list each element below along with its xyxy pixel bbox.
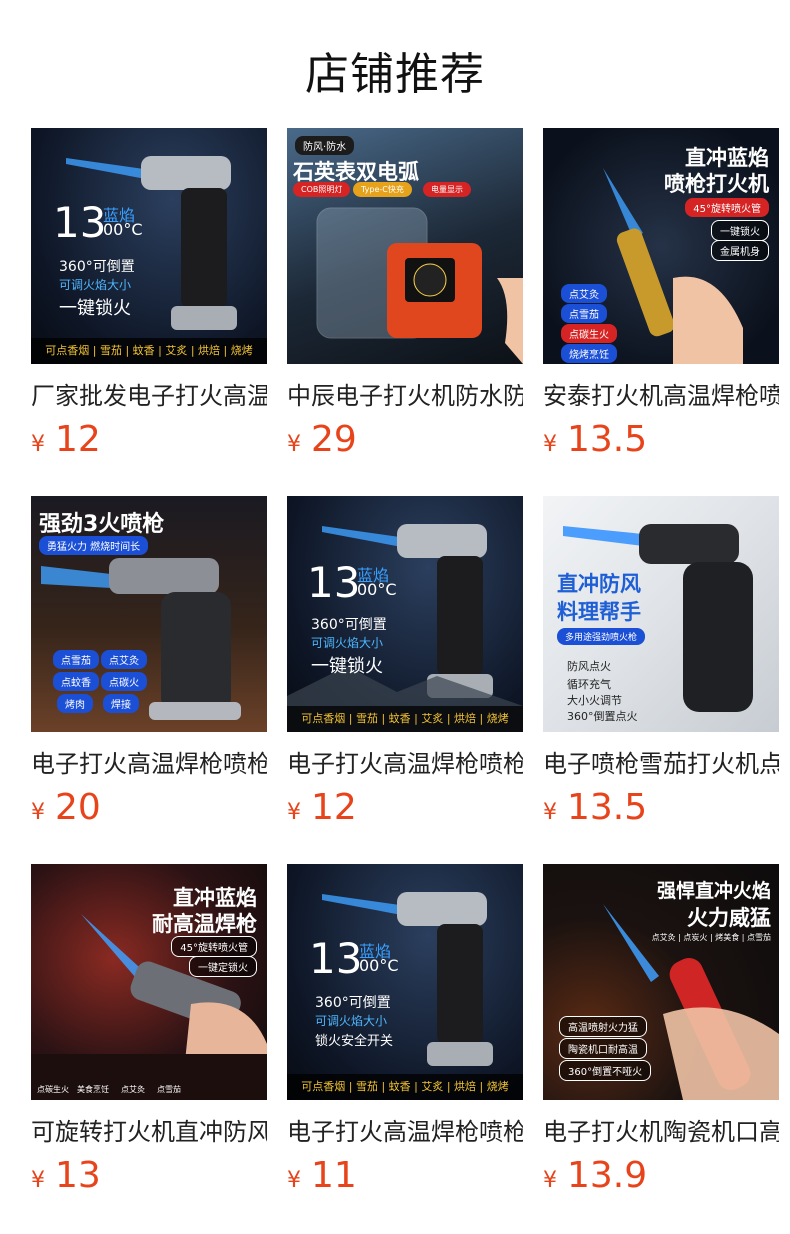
product-price: ¥29 [287,419,357,460]
product-price: ¥11 [287,1155,357,1196]
product-name[interactable]: 可旋转打火机直冲防风 [31,1116,267,1148]
product-card[interactable]: 13 蓝焰 00°C 360°可倒置 可调火焰大小 一键锁火 可点香烟 | 雪茄… [31,128,267,462]
product-image[interactable]: 防风·防水 石英表双电弧 COB照明灯 Type-C快充 电量显示 [287,128,523,364]
product-name[interactable]: 中辰电子打火机防水防 [287,380,523,412]
product-image[interactable]: 13 蓝焰 00°C 360°可倒置 可调火焰大小 锁火安全开关 可点香烟 | … [287,864,523,1100]
product-card[interactable]: 防风·防水 石英表双电弧 COB照明灯 Type-C快充 电量显示 中辰电子打火… [287,128,523,462]
product-image[interactable]: 直冲防风 料理帮手 多用途强劲喷火枪 防风点火 循环充气 大小火调节 360°倒… [543,496,779,732]
product-card[interactable]: 直冲防风 料理帮手 多用途强劲喷火枪 防风点火 循环充气 大小火调节 360°倒… [543,496,779,830]
product-name[interactable]: 厂家批发电子打火高温 [31,380,267,412]
product-name[interactable]: 电子打火高温焊枪喷枪 [287,1116,523,1148]
product-card[interactable]: 13 蓝焰 00°C 360°可倒置 可调火焰大小 锁火安全开关 可点香烟 | … [287,864,523,1198]
product-name[interactable]: 电子打火机陶瓷机口高 [543,1116,779,1148]
product-card[interactable]: 强劲3火喷枪 勇猛火力 燃烧时间长 点雪茄 点艾灸 点蚊香 点碳火 烤肉 焊接 … [31,496,267,830]
product-price: ¥13.5 [543,787,648,828]
page-title: 店铺推荐 [305,49,485,100]
product-name[interactable]: 电子打火高温焊枪喷枪 [31,748,267,780]
product-card[interactable]: 直冲蓝焰 耐高温焊枪 45°旋转喷火管 一键定锁火 点碳生火 美食烹饪 点艾灸 … [31,864,267,1198]
product-image[interactable]: 13 蓝焰 00°C 360°可倒置 可调火焰大小 一键锁火 可点香烟 | 雪茄… [287,496,523,732]
product-name[interactable]: 安泰打火机高温焊枪喷 [543,380,779,412]
product-image[interactable]: 直冲蓝焰 喷枪打火机 45°旋转喷火管 一键锁火 金属机身 点艾灸 点雪茄 点碳… [543,128,779,364]
product-price: ¥12 [287,787,357,828]
product-price: ¥13.9 [543,1155,648,1196]
product-price: ¥12 [31,419,101,460]
product-card[interactable]: 强悍直冲火焰 火力威猛 点艾灸 | 点炭火 | 烤美食 | 点雪茄 高温喷射火力… [543,864,779,1198]
product-image[interactable]: 13 蓝焰 00°C 360°可倒置 可调火焰大小 一键锁火 可点香烟 | 雪茄… [31,128,267,364]
product-name[interactable]: 电子喷枪雪茄打火机点 [543,748,779,780]
product-price: ¥13 [31,1155,101,1196]
product-card[interactable]: 13 蓝焰 00°C 360°可倒置 可调火焰大小 一键锁火 可点香烟 | 雪茄… [287,496,523,830]
product-image[interactable]: 强悍直冲火焰 火力威猛 点艾灸 | 点炭火 | 烤美食 | 点雪茄 高温喷射火力… [543,864,779,1100]
product-name[interactable]: 电子打火高温焊枪喷枪 [287,748,523,780]
product-price: ¥20 [31,787,101,828]
product-image[interactable]: 直冲蓝焰 耐高温焊枪 45°旋转喷火管 一键定锁火 点碳生火 美食烹饪 点艾灸 … [31,864,267,1100]
temp-number: 13 [53,198,107,247]
product-price: ¥13.5 [543,419,648,460]
product-image[interactable]: 强劲3火喷枪 勇猛火力 燃烧时间长 点雪茄 点艾灸 点蚊香 点碳火 烤肉 焊接 [31,496,267,732]
product-card[interactable]: 直冲蓝焰 喷枪打火机 45°旋转喷火管 一键锁火 金属机身 点艾灸 点雪茄 点碳… [543,128,779,462]
